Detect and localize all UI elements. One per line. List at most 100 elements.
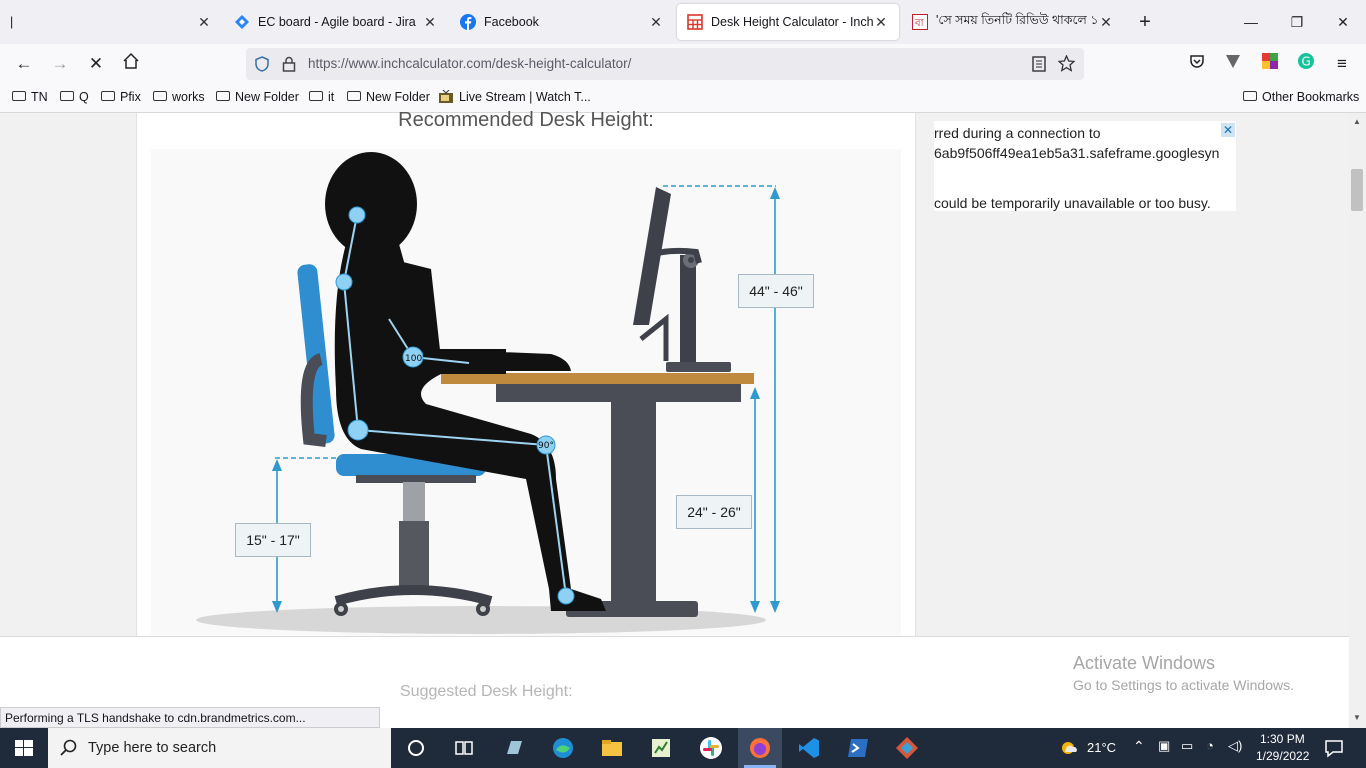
folder-icon bbox=[216, 91, 230, 101]
weather-icon[interactable] bbox=[1057, 736, 1081, 760]
tab-label: 'সে সময় তিনটি রিভিউ থাকলে ১৯ bbox=[936, 13, 1098, 27]
activate-windows-subtitle: Go to Settings to activate Windows. bbox=[1073, 677, 1294, 693]
tab-jira[interactable]: EC board - Agile board - Jira ✕ bbox=[224, 4, 448, 40]
news-icon: বা bbox=[912, 14, 928, 30]
close-window-button[interactable]: ✕ bbox=[1331, 10, 1355, 34]
git-tool-icon[interactable] bbox=[895, 736, 919, 760]
url-bar[interactable]: https://www.inchcalculator.com/desk-heig… bbox=[246, 48, 1084, 80]
facebook-icon bbox=[460, 14, 476, 30]
monitor-height-label: 44" - 46" bbox=[738, 274, 814, 308]
tray-expand-icon[interactable]: ⌃ bbox=[1133, 738, 1145, 755]
weather-temp[interactable]: 21°C bbox=[1087, 740, 1116, 755]
tab-blank[interactable]: | ✕ bbox=[0, 4, 222, 40]
close-icon[interactable]: ✕ bbox=[648, 14, 664, 31]
volume-icon[interactable]: ◁) bbox=[1228, 738, 1242, 754]
knee-angle-label: 90° bbox=[538, 441, 554, 451]
pocket-icon bbox=[1190, 55, 1204, 68]
scroll-down-arrow[interactable]: ▼ bbox=[1353, 713, 1361, 722]
cortana-icon[interactable] bbox=[404, 736, 428, 760]
bookmark-star-icon[interactable] bbox=[1058, 55, 1075, 72]
slack-icon[interactable] bbox=[699, 736, 723, 760]
notes-app-icon[interactable] bbox=[502, 736, 526, 760]
extension-button[interactable] bbox=[1258, 52, 1282, 76]
page-scrollbar[interactable]: ▲ ▼ bbox=[1349, 113, 1366, 728]
forward-button[interactable]: → bbox=[48, 52, 72, 76]
bookmark-folder[interactable]: Q bbox=[60, 90, 89, 104]
folder-icon bbox=[101, 91, 115, 101]
tv-icon bbox=[439, 90, 453, 103]
firefox-taskbar-button[interactable] bbox=[738, 728, 782, 768]
bookmark-folder[interactable]: it bbox=[309, 90, 334, 104]
battery-icon[interactable]: ▭ bbox=[1181, 738, 1193, 754]
search-placeholder: Type here to search bbox=[88, 740, 217, 756]
file-explorer-icon[interactable] bbox=[600, 736, 624, 760]
home-button[interactable] bbox=[119, 52, 143, 76]
edge-icon[interactable] bbox=[551, 736, 575, 760]
firefox-icon bbox=[750, 738, 770, 758]
tab-facebook[interactable]: Facebook ✕ bbox=[450, 4, 674, 40]
windows-taskbar: Type here to search 21°C ⌃ ▣ ▭ ◔ ◁) 1:30… bbox=[0, 728, 1366, 768]
ad-error-line: rred during a connection to bbox=[934, 125, 1101, 141]
bookmark-label: Other Bookmarks bbox=[1262, 90, 1360, 104]
tab-label: Desk Height Calculator - Inch C bbox=[711, 15, 873, 29]
calculator-result-panel: Recommended Desk Height: 100° 90° 44" - … bbox=[136, 109, 916, 636]
bookmark-folder[interactable]: TN bbox=[12, 90, 48, 104]
folder-icon bbox=[1243, 91, 1257, 101]
restore-button[interactable]: ❐ bbox=[1285, 10, 1309, 34]
new-tab-button[interactable]: + bbox=[1133, 10, 1157, 34]
minimize-button[interactable]: — bbox=[1239, 10, 1263, 34]
search-icon bbox=[60, 739, 77, 756]
svg-text:G: G bbox=[1302, 55, 1311, 69]
bookmark-folder[interactable]: New Folder bbox=[216, 90, 299, 104]
bookmark-folder[interactable]: Pfix bbox=[101, 90, 141, 104]
jira-icon bbox=[235, 15, 249, 29]
notification-icon[interactable] bbox=[1322, 736, 1346, 760]
bookmark-live-stream[interactable]: Live Stream | Watch T... bbox=[438, 90, 591, 104]
color-extension-icon bbox=[1262, 53, 1278, 69]
tab-desk-height-calculator[interactable]: Desk Height Calculator - Inch C ✕ bbox=[677, 4, 899, 40]
svg-text:বা: বা bbox=[914, 18, 925, 29]
vscode-icon[interactable] bbox=[797, 736, 821, 760]
folder-icon bbox=[60, 91, 74, 101]
close-icon[interactable]: ✕ bbox=[1098, 14, 1114, 31]
shield-icon[interactable] bbox=[254, 56, 270, 72]
reader-view-icon[interactable] bbox=[1032, 56, 1046, 72]
extension-button[interactable]: G bbox=[1294, 52, 1318, 76]
other-bookmarks[interactable]: Other Bookmarks bbox=[1243, 90, 1359, 104]
stop-button[interactable]: ✕ bbox=[84, 52, 108, 76]
close-icon[interactable]: ✕ bbox=[196, 14, 212, 31]
home-icon bbox=[123, 52, 139, 69]
spreadsheet-app-icon[interactable] bbox=[649, 736, 673, 760]
desk-ergonomics-illustration: 100° 90° 44" - 46" 24" - 26" 15" - 17" bbox=[151, 149, 901, 636]
scroll-up-arrow[interactable]: ▲ bbox=[1353, 117, 1361, 126]
pocket-button[interactable] bbox=[1185, 52, 1209, 76]
back-button[interactable]: ← bbox=[12, 52, 36, 76]
wifi-icon[interactable]: ◔ bbox=[1206, 738, 1214, 753]
folder-icon bbox=[12, 91, 26, 101]
ad-error-line: 6ab9f506ff49ea1eb5a31.safeframe.googlesy… bbox=[934, 145, 1220, 161]
clock-time[interactable]: 1:30 PM bbox=[1260, 732, 1305, 746]
bookmark-folder[interactable]: New Folder bbox=[347, 90, 430, 104]
bookmark-label: it bbox=[328, 90, 335, 104]
menu-button[interactable]: ≡ bbox=[1330, 52, 1354, 76]
vpn-icon bbox=[1226, 55, 1240, 68]
grammarly-icon: G bbox=[1298, 53, 1314, 69]
lock-icon[interactable] bbox=[282, 56, 296, 72]
powershell-icon[interactable] bbox=[846, 736, 870, 760]
close-icon[interactable]: ✕ bbox=[873, 14, 889, 31]
bookmark-label: Q bbox=[79, 90, 89, 104]
tab-label: Facebook bbox=[484, 15, 539, 29]
close-icon[interactable]: ✕ bbox=[422, 14, 438, 31]
windows-start-icon[interactable] bbox=[12, 736, 36, 760]
clock-date[interactable]: 1/29/2022 bbox=[1256, 749, 1309, 763]
tab-news[interactable]: বা 'সে সময় তিনটি রিভিউ থাকলে ১৯ ✕ bbox=[902, 4, 1124, 40]
task-view-icon[interactable] bbox=[452, 736, 476, 760]
scrollbar-thumb[interactable] bbox=[1351, 169, 1363, 211]
bookmark-label: works bbox=[172, 90, 205, 104]
extension-button[interactable] bbox=[1221, 52, 1245, 76]
meet-now-icon[interactable]: ▣ bbox=[1158, 738, 1170, 754]
tab-label: | bbox=[10, 15, 14, 29]
ad-close-icon[interactable]: ✕ bbox=[1221, 123, 1235, 137]
taskbar-search[interactable]: Type here to search bbox=[48, 728, 391, 768]
bookmark-folder[interactable]: works bbox=[153, 90, 205, 104]
